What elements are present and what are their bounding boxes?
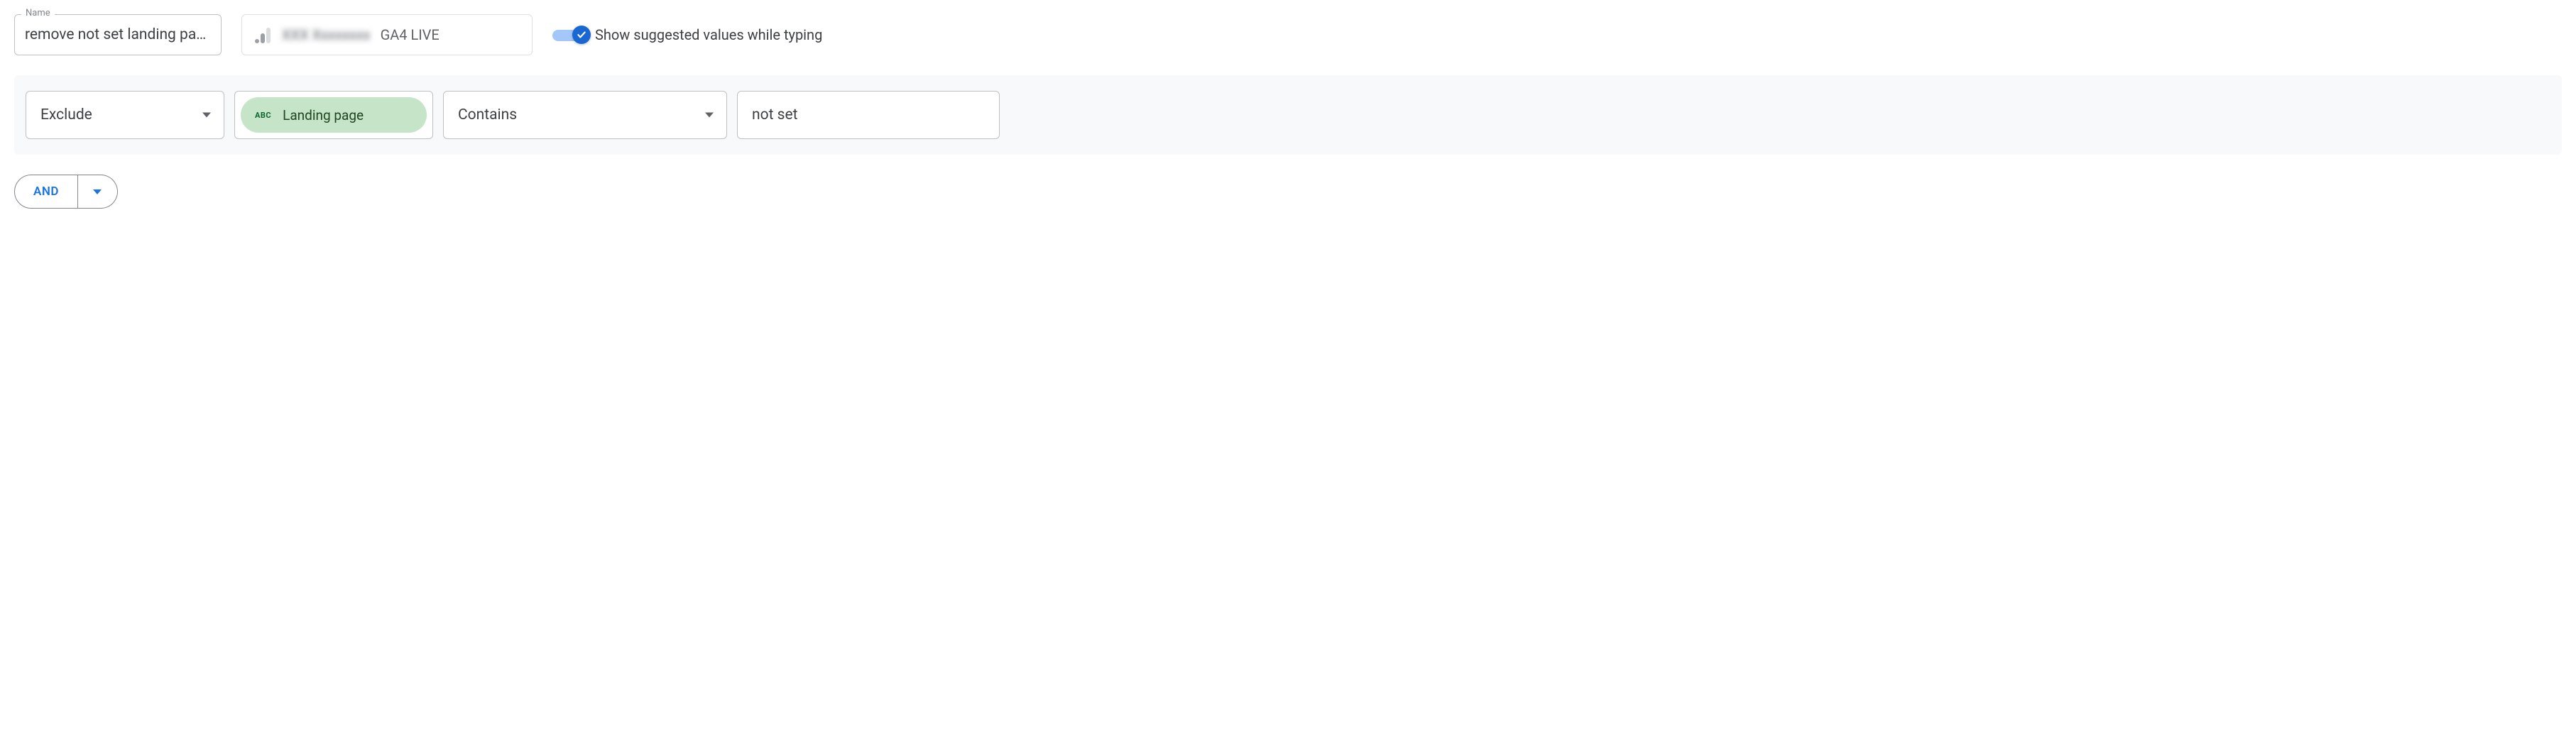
text-dimension-icon: ABC bbox=[255, 111, 271, 120]
filter-condition-panel: Exclude ABC Landing page Contains bbox=[14, 75, 2562, 155]
and-connector-label: AND bbox=[33, 184, 59, 199]
dimension-label: Landing page bbox=[283, 107, 364, 123]
check-icon bbox=[572, 26, 591, 44]
name-input-wrapper: Name bbox=[14, 14, 222, 55]
chevron-down-icon bbox=[202, 113, 211, 118]
dimension-pill: ABC Landing page bbox=[241, 97, 427, 133]
include-exclude-dropdown[interactable]: Exclude bbox=[26, 91, 224, 139]
condition-connector-row: AND bbox=[14, 175, 2562, 209]
name-input[interactable] bbox=[14, 14, 222, 55]
suggested-values-toggle[interactable] bbox=[552, 27, 586, 43]
operator-dropdown[interactable]: Contains bbox=[443, 91, 727, 139]
data-source-selector[interactable]: XXX Xxxxxxxx GA4 LIVE bbox=[241, 14, 533, 55]
include-exclude-label: Exclude bbox=[40, 106, 92, 123]
chevron-down-icon bbox=[705, 113, 714, 118]
data-source-label: GA4 LIVE bbox=[381, 26, 440, 43]
dimension-field[interactable]: ABC Landing page bbox=[234, 91, 433, 139]
suggested-values-toggle-row: Show suggested values while typing bbox=[552, 26, 822, 43]
data-source-blurred-text: XXX Xxxxxxxx bbox=[282, 26, 371, 43]
chevron-down-icon bbox=[93, 189, 102, 194]
analytics-icon bbox=[255, 26, 272, 43]
suggested-values-toggle-label: Show suggested values while typing bbox=[595, 26, 822, 43]
filter-value-input[interactable] bbox=[737, 91, 1000, 139]
and-connector-button[interactable]: AND bbox=[14, 175, 78, 209]
name-field-label: Name bbox=[21, 8, 55, 18]
operator-label: Contains bbox=[458, 106, 517, 123]
connector-dropdown-button[interactable] bbox=[78, 175, 118, 209]
